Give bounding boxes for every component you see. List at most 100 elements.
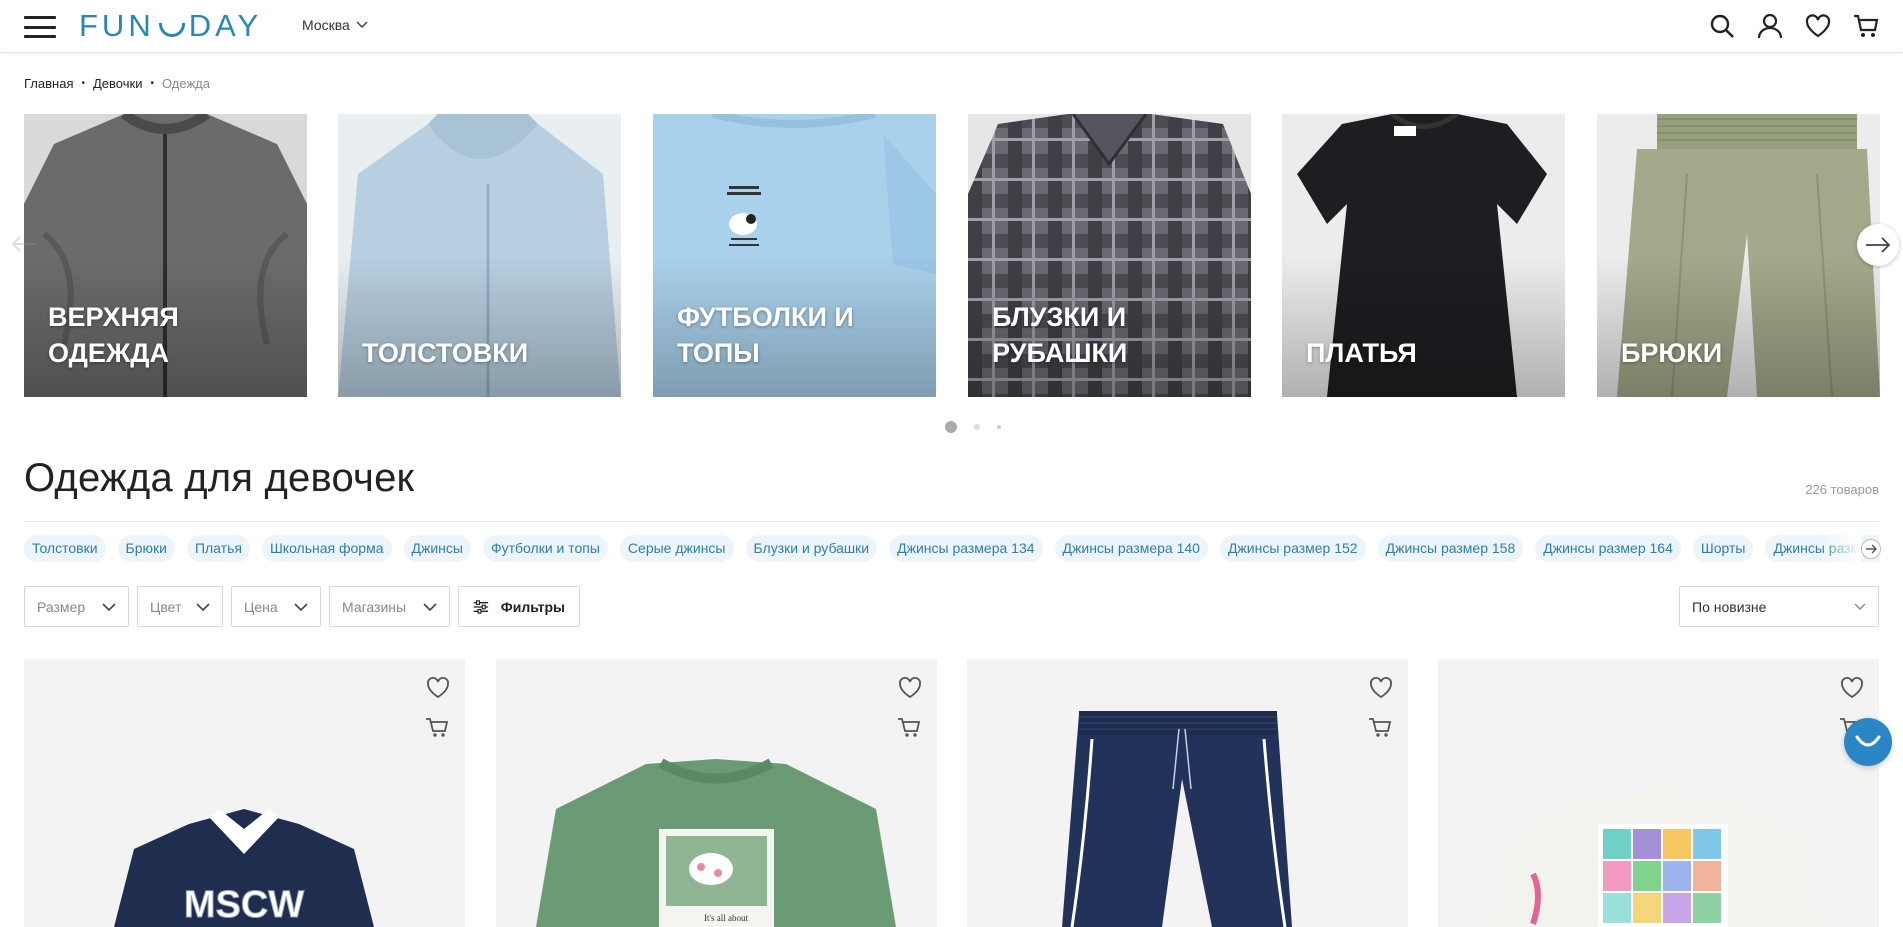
chevron-down-icon bbox=[294, 602, 308, 611]
chevron-down-icon bbox=[196, 602, 210, 611]
stores-filter-label: Магазины bbox=[342, 598, 407, 615]
cart-icon[interactable] bbox=[896, 714, 922, 740]
logo-right: DAY bbox=[188, 8, 263, 43]
category-card-tshirts[interactable]: ФУТБОЛКИ И ТОПЫ bbox=[653, 114, 936, 397]
chip-blouses[interactable]: Блузки и рубашки bbox=[745, 535, 878, 562]
logo-smile-icon bbox=[158, 23, 185, 37]
category-label: ТОЛСТОВКИ bbox=[362, 338, 529, 368]
product-count: 226 товаров bbox=[1805, 482, 1879, 497]
page-title: Одежда для девочек bbox=[24, 456, 415, 500]
chip-grey-jeans[interactable]: Серые джинсы bbox=[619, 535, 734, 562]
carousel-pagination bbox=[945, 421, 1001, 433]
user-icon[interactable] bbox=[1757, 13, 1783, 39]
color-filter[interactable]: Цвет bbox=[137, 586, 223, 627]
all-filters-button[interactable]: Фильтры bbox=[458, 586, 580, 627]
category-card-outerwear[interactable]: ВЕРХНЯЯ ОДЕЖДА bbox=[24, 114, 307, 397]
product-print: It's all about bbox=[704, 913, 749, 923]
chip-jeans-140[interactable]: Джинсы размера 140 bbox=[1054, 535, 1208, 562]
chip-trousers[interactable]: Брюки bbox=[117, 535, 175, 562]
chip-jeans-152[interactable]: Джинсы размер 152 bbox=[1219, 535, 1366, 562]
heart-icon[interactable] bbox=[425, 675, 451, 701]
heart-icon[interactable] bbox=[1805, 13, 1831, 39]
breadcrumb-girls[interactable]: Девочки bbox=[93, 76, 142, 91]
chevron-down-icon bbox=[423, 602, 437, 611]
product-image bbox=[1062, 711, 1292, 927]
chip-dresses[interactable]: Платья bbox=[186, 535, 250, 562]
arrow-right-icon bbox=[1866, 544, 1877, 554]
filter-bar: Размер Цвет Цена Магазины Фильтры bbox=[24, 586, 580, 627]
category-card-hoodies[interactable]: ТОЛСТОВКИ bbox=[338, 114, 621, 397]
search-icon[interactable] bbox=[1709, 13, 1735, 39]
category-carousel: ВЕРХНЯЯ ОДЕЖДА ТОЛСТОВКИ ФУТБОЛКИ И ТОПЫ bbox=[24, 114, 1880, 397]
chips-next-button[interactable] bbox=[1861, 539, 1881, 559]
category-label: БЛУЗКИ И РУБАШКИ bbox=[992, 302, 1128, 368]
logo-left: FUN bbox=[79, 8, 155, 43]
cart-icon[interactable] bbox=[1367, 714, 1393, 740]
arrow-right-icon bbox=[1866, 237, 1891, 253]
logo[interactable]: FUN DAY bbox=[79, 8, 262, 44]
product-card[interactable]: MSCW bbox=[24, 659, 465, 927]
category-card-blouses[interactable]: БЛУЗКИ И РУБАШКИ bbox=[968, 114, 1251, 397]
arrow-left-icon bbox=[11, 236, 36, 252]
category-label: ФУТБОЛКИ И ТОПЫ bbox=[677, 302, 854, 368]
chip-school-uniform[interactable]: Школьная форма bbox=[261, 535, 392, 562]
all-filters-label: Фильтры bbox=[500, 598, 565, 615]
chip-jeans-158[interactable]: Джинсы размер 158 bbox=[1377, 535, 1524, 562]
heart-icon[interactable] bbox=[1839, 675, 1865, 701]
heart-icon[interactable] bbox=[1368, 675, 1394, 701]
product-image: It's all about bbox=[536, 758, 896, 927]
size-filter-label: Размер bbox=[37, 598, 86, 615]
city-selector[interactable]: Москва bbox=[302, 17, 368, 33]
product-card[interactable] bbox=[1438, 659, 1879, 927]
carousel-next-button[interactable] bbox=[1857, 224, 1899, 266]
chip-tshirts[interactable]: Футболки и топы bbox=[482, 535, 608, 562]
carousel-dot[interactable] bbox=[945, 421, 957, 433]
product-card[interactable] bbox=[967, 659, 1408, 927]
sort-label: По новизне bbox=[1692, 598, 1767, 615]
menu-icon[interactable] bbox=[24, 16, 56, 38]
color-filter-label: Цвет bbox=[150, 598, 182, 615]
breadcrumb-home[interactable]: Главная bbox=[24, 76, 73, 91]
chat-smile-icon bbox=[1855, 735, 1881, 747]
sort-select[interactable]: По новизне bbox=[1679, 586, 1879, 627]
breadcrumb: Главная • Девочки • Одежда bbox=[24, 76, 210, 91]
product-image: MSCW bbox=[114, 809, 374, 927]
header-actions bbox=[1709, 13, 1879, 39]
chip-shorts[interactable]: Шорты bbox=[1692, 535, 1754, 562]
chips-fade bbox=[1820, 535, 1862, 562]
city-label: Москва bbox=[302, 17, 350, 33]
cart-icon[interactable] bbox=[1853, 13, 1879, 39]
price-filter-label: Цена bbox=[244, 598, 278, 615]
chip-jeans-164[interactable]: Джинсы размер 164 bbox=[1535, 535, 1681, 562]
divider bbox=[24, 521, 1879, 522]
breadcrumb-separator: • bbox=[150, 78, 154, 89]
sliders-icon bbox=[473, 599, 489, 614]
category-card-dresses[interactable]: ПЛАТЬЯ bbox=[1282, 114, 1565, 397]
carousel-dot[interactable] bbox=[997, 425, 1001, 429]
product-card[interactable]: It's all about bbox=[496, 659, 937, 927]
category-label: ВЕРХНЯЯ ОДЕЖДА bbox=[48, 302, 179, 368]
category-card-trousers[interactable]: БРЮКИ bbox=[1597, 114, 1880, 397]
chevron-down-icon bbox=[1854, 603, 1866, 610]
chip-jeans[interactable]: Джинсы bbox=[403, 535, 471, 562]
subcategory-chips: Толстовки Брюки Платья Школьная форма Дж… bbox=[24, 535, 1879, 562]
breadcrumb-separator: • bbox=[81, 78, 85, 89]
carousel-prev-button[interactable] bbox=[4, 224, 44, 264]
chip-hoodies[interactable]: Толстовки bbox=[24, 535, 106, 562]
stores-filter[interactable]: Магазины bbox=[329, 586, 450, 627]
chevron-down-icon bbox=[356, 21, 368, 29]
carousel-dot[interactable] bbox=[974, 424, 980, 430]
cart-icon[interactable] bbox=[424, 714, 450, 740]
size-filter[interactable]: Размер bbox=[24, 586, 129, 627]
site-header: FUN DAY Москва bbox=[0, 0, 1903, 53]
product-print: MSCW bbox=[184, 884, 304, 926]
category-label: БРЮКИ bbox=[1621, 338, 1723, 368]
product-image bbox=[1493, 789, 1818, 927]
price-filter[interactable]: Цена bbox=[231, 586, 321, 627]
chip-jeans-134[interactable]: Джинсы размера 134 bbox=[889, 535, 1043, 562]
heart-icon[interactable] bbox=[897, 675, 923, 701]
category-label: ПЛАТЬЯ bbox=[1306, 338, 1417, 368]
chevron-down-icon bbox=[102, 602, 116, 611]
chat-button[interactable] bbox=[1844, 718, 1892, 766]
breadcrumb-current: Одежда bbox=[161, 76, 210, 91]
